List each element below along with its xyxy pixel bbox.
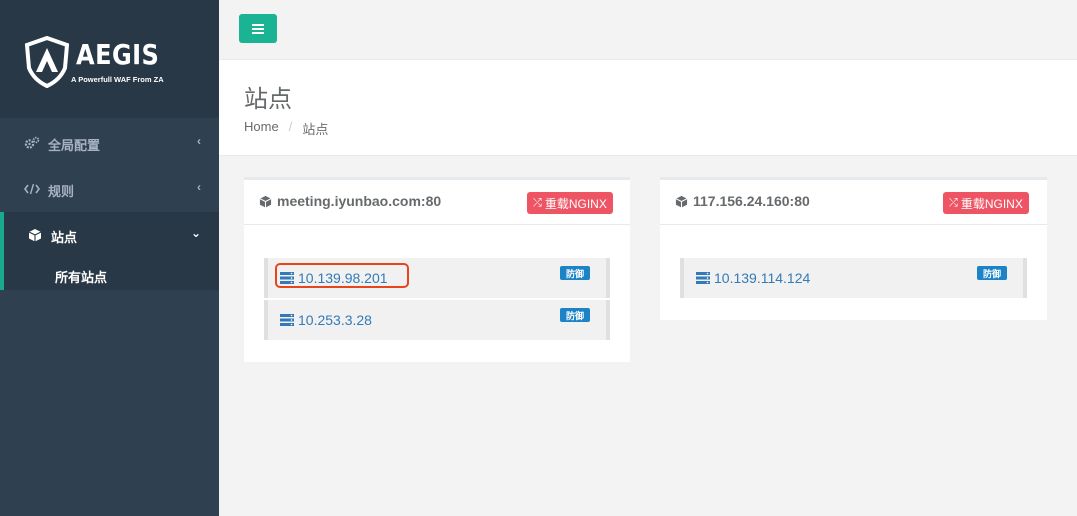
site-title-text: meeting.iyunbao.com:80 — [277, 193, 442, 209]
cube-icon — [27, 227, 43, 243]
reload-nginx-button[interactable]: ⤮ 重载NGINX — [527, 192, 613, 214]
server-icon — [696, 272, 710, 284]
sidebar-subitem-label: 所有站点 — [55, 270, 108, 285]
defense-badge: 防御 — [977, 266, 1008, 280]
menu-toggle-button[interactable] — [239, 14, 277, 43]
sidebar-item-rules[interactable]: 规则 ‹ — [0, 166, 219, 212]
server-ip: 10.253.3.28 — [298, 312, 372, 328]
shuffle-icon: ⤮ — [949, 196, 958, 209]
chevron-left-icon: ‹ — [197, 180, 201, 194]
defense-badge: 防御 — [560, 308, 591, 322]
page-title: 站点 — [244, 86, 292, 113]
server-row: 10.253.3.28 防御 — [264, 300, 610, 340]
site-panel-title: meeting.iyunbao.com:80 — [259, 193, 441, 209]
site-panel-header: 117.156.24.160:80 ⤮ 重载NGINX — [660, 177, 1047, 225]
site-panel: meeting.iyunbao.com:80 ⤮ 重载NGINX 10.139.… — [244, 177, 630, 362]
page-heading: 站点 Home / 站点 — [219, 59, 1077, 156]
sidebar: AEGIS A Powerfull WAF From ZA 全局配置 ‹ 规则 … — [0, 0, 219, 516]
defense-badge: 防御 — [560, 266, 591, 280]
breadcrumb: Home / 站点 — [244, 119, 328, 138]
breadcrumb-separator: / — [288, 119, 293, 134]
brand-tagline: A Powerfull WAF From ZA — [71, 75, 164, 84]
sidebar-item-label: 全局配置 — [48, 138, 101, 153]
shuffle-icon: ⤮ — [533, 196, 542, 209]
breadcrumb-current: 站点 — [302, 122, 329, 137]
server-ip: 10.139.114.124 — [714, 270, 811, 286]
server-row: 10.139.98.201 防御 — [264, 258, 610, 298]
code-icon — [24, 181, 40, 197]
sidebar-subitem-all-sites[interactable]: 所有站点 — [0, 258, 219, 290]
site-panel: 117.156.24.160:80 ⤮ 重载NGINX 10.139.114.1… — [660, 177, 1047, 320]
gears-icon — [24, 135, 40, 151]
sidebar-item-label: 规则 — [48, 184, 75, 199]
brand-name: AEGIS — [76, 38, 160, 71]
shield-logo-icon — [24, 36, 70, 88]
site-panel-title: 117.156.24.160:80 — [675, 193, 810, 209]
logo-area: AEGIS A Powerfull WAF From ZA — [0, 0, 219, 118]
reload-nginx-label: 重载NGINX — [544, 196, 607, 211]
site-panel-header: meeting.iyunbao.com:80 ⤮ 重载NGINX — [244, 177, 630, 225]
server-link[interactable]: 10.253.3.28 — [280, 312, 372, 328]
highlight-box — [275, 263, 409, 288]
sidebar-item-global-config[interactable]: 全局配置 ‹ — [0, 120, 219, 166]
sidebar-item-label: 站点 — [51, 230, 78, 245]
hamburger-icon — [252, 23, 264, 34]
server-row: 10.139.114.124 防御 — [680, 258, 1027, 298]
cube-icon — [259, 195, 272, 208]
chevron-left-icon: ‹ — [197, 134, 201, 148]
chevron-down-icon: ⌄ — [190, 226, 201, 240]
reload-nginx-label: 重载NGINX — [960, 196, 1023, 211]
sidebar-item-sites[interactable]: 站点 ⌄ — [0, 212, 219, 258]
reload-nginx-button[interactable]: ⤮ 重载NGINX — [943, 192, 1029, 214]
cube-icon — [675, 195, 688, 208]
site-title-text: 117.156.24.160:80 — [693, 193, 810, 209]
breadcrumb-home-link[interactable]: Home — [244, 119, 279, 138]
server-icon — [280, 314, 294, 326]
server-link[interactable]: 10.139.114.124 — [696, 270, 810, 286]
